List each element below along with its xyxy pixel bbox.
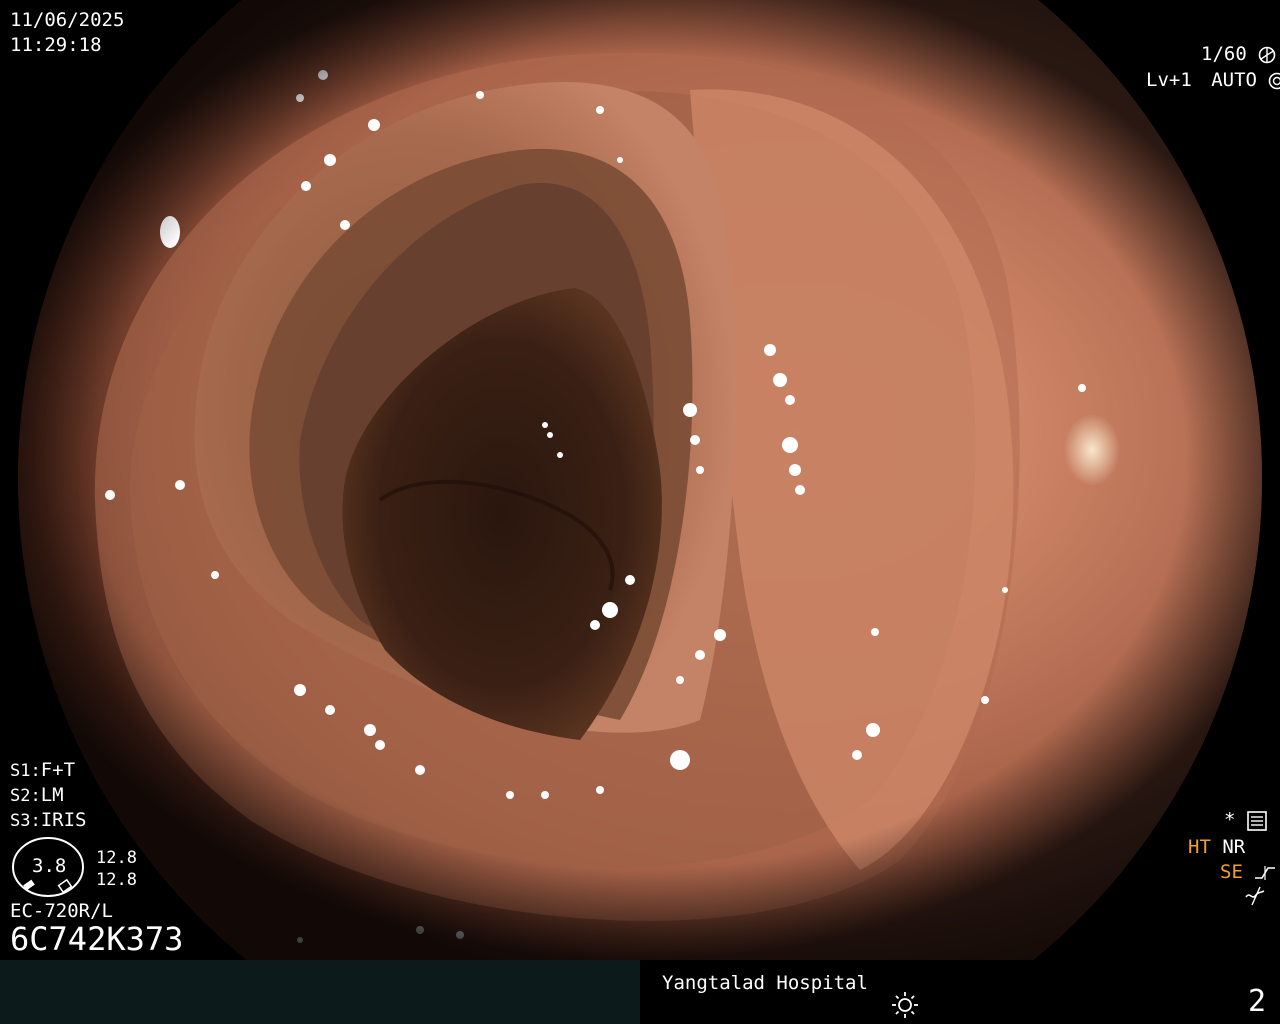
endoscopy-image	[18, 0, 1262, 960]
time-label: 11:29:18	[10, 34, 102, 56]
level-value: Lv+1	[1146, 69, 1192, 91]
shutter-readout: 1/60	[1201, 42, 1276, 66]
auto-iris-icon	[1269, 72, 1280, 89]
level-readout: Lv+1 AUTO	[1146, 68, 1280, 92]
serial-number: 6C742K373	[10, 920, 184, 958]
menu-settings-icon	[1247, 810, 1267, 831]
gauge-side-bottom: 12.8	[96, 870, 137, 890]
menu-status: *	[1224, 808, 1267, 832]
asterisk-indicator: *	[1224, 809, 1236, 831]
ht-nr-status: HT NR	[1188, 835, 1245, 859]
bottom-bar-right: Yangtalad Hospital 2	[640, 960, 1280, 1024]
se-indicator: SE	[1220, 861, 1243, 883]
gauge-value: 3.8	[32, 855, 67, 877]
gauge-side-top: 12.8	[96, 848, 137, 868]
nr-indicator: NR	[1222, 836, 1246, 858]
brightness-sun-icon	[892, 992, 918, 1018]
setting-s2: S2:LM	[10, 784, 64, 806]
ht-indicator: HT	[1188, 836, 1211, 858]
exposure-mode: AUTO	[1211, 69, 1257, 91]
shutter-icon	[1258, 46, 1276, 63]
se-curve-icon	[1255, 865, 1276, 880]
hospital-name: Yangtalad Hospital	[662, 972, 868, 994]
se-status: SE	[1220, 860, 1276, 884]
setting-s1: S1:F+T	[10, 759, 76, 781]
noise-icon	[1245, 886, 1265, 906]
setting-s3: S3:IRIS	[10, 809, 87, 831]
shutter-value: 1/60	[1201, 43, 1247, 65]
image-number: 2	[1248, 984, 1267, 1019]
date-label: 11/06/2025	[10, 9, 125, 31]
